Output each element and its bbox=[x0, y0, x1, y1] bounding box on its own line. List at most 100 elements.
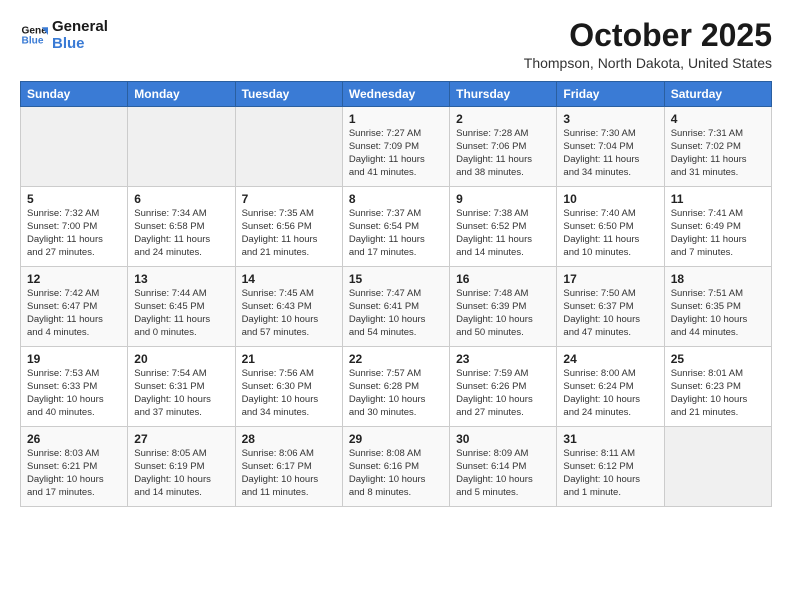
day-info: Sunrise: 7:28 AM Sunset: 7:06 PM Dayligh… bbox=[456, 128, 550, 179]
day-number: 17 bbox=[563, 272, 657, 286]
calendar-cell: 18 Sunrise: 7:51 AM Sunset: 6:35 PM Dayl… bbox=[664, 267, 771, 347]
day-info: Sunrise: 7:30 AM Sunset: 7:04 PM Dayligh… bbox=[563, 128, 657, 179]
calendar-cell: 20 Sunrise: 7:54 AM Sunset: 6:31 PM Dayl… bbox=[128, 347, 235, 427]
calendar-cell: 30 Sunrise: 8:09 AM Sunset: 6:14 PM Dayl… bbox=[450, 427, 557, 507]
calendar-cell: 23 Sunrise: 7:59 AM Sunset: 6:26 PM Dayl… bbox=[450, 347, 557, 427]
calendar-week-2: 5 Sunrise: 7:32 AM Sunset: 7:00 PM Dayli… bbox=[21, 187, 772, 267]
day-info: Sunrise: 7:59 AM Sunset: 6:26 PM Dayligh… bbox=[456, 368, 550, 419]
location: Thompson, North Dakota, United States bbox=[524, 55, 772, 71]
calendar-cell: 29 Sunrise: 8:08 AM Sunset: 6:16 PM Dayl… bbox=[342, 427, 449, 507]
day-info: Sunrise: 7:35 AM Sunset: 6:56 PM Dayligh… bbox=[242, 208, 336, 259]
calendar-cell: 15 Sunrise: 7:47 AM Sunset: 6:41 PM Dayl… bbox=[342, 267, 449, 347]
calendar-cell: 8 Sunrise: 7:37 AM Sunset: 6:54 PM Dayli… bbox=[342, 187, 449, 267]
day-number: 30 bbox=[456, 432, 550, 446]
weekday-header-friday: Friday bbox=[557, 82, 664, 107]
calendar-cell: 24 Sunrise: 8:00 AM Sunset: 6:24 PM Dayl… bbox=[557, 347, 664, 427]
day-info: Sunrise: 8:06 AM Sunset: 6:17 PM Dayligh… bbox=[242, 448, 336, 499]
day-info: Sunrise: 7:47 AM Sunset: 6:41 PM Dayligh… bbox=[349, 288, 443, 339]
calendar-cell: 22 Sunrise: 7:57 AM Sunset: 6:28 PM Dayl… bbox=[342, 347, 449, 427]
day-info: Sunrise: 7:27 AM Sunset: 7:09 PM Dayligh… bbox=[349, 128, 443, 179]
calendar-cell: 13 Sunrise: 7:44 AM Sunset: 6:45 PM Dayl… bbox=[128, 267, 235, 347]
day-info: Sunrise: 7:44 AM Sunset: 6:45 PM Dayligh… bbox=[134, 288, 228, 339]
calendar-week-1: 1 Sunrise: 7:27 AM Sunset: 7:09 PM Dayli… bbox=[21, 107, 772, 187]
day-info: Sunrise: 8:05 AM Sunset: 6:19 PM Dayligh… bbox=[134, 448, 228, 499]
day-number: 28 bbox=[242, 432, 336, 446]
calendar-body: 1 Sunrise: 7:27 AM Sunset: 7:09 PM Dayli… bbox=[21, 107, 772, 507]
calendar-cell: 6 Sunrise: 7:34 AM Sunset: 6:58 PM Dayli… bbox=[128, 187, 235, 267]
day-info: Sunrise: 7:40 AM Sunset: 6:50 PM Dayligh… bbox=[563, 208, 657, 259]
day-number: 5 bbox=[27, 192, 121, 206]
day-info: Sunrise: 7:57 AM Sunset: 6:28 PM Dayligh… bbox=[349, 368, 443, 419]
day-info: Sunrise: 7:50 AM Sunset: 6:37 PM Dayligh… bbox=[563, 288, 657, 339]
day-number: 2 bbox=[456, 112, 550, 126]
day-info: Sunrise: 8:08 AM Sunset: 6:16 PM Dayligh… bbox=[349, 448, 443, 499]
calendar-cell bbox=[21, 107, 128, 187]
calendar-cell: 11 Sunrise: 7:41 AM Sunset: 6:49 PM Dayl… bbox=[664, 187, 771, 267]
calendar-table: SundayMondayTuesdayWednesdayThursdayFrid… bbox=[20, 81, 772, 507]
day-info: Sunrise: 7:38 AM Sunset: 6:52 PM Dayligh… bbox=[456, 208, 550, 259]
day-number: 19 bbox=[27, 352, 121, 366]
day-info: Sunrise: 7:51 AM Sunset: 6:35 PM Dayligh… bbox=[671, 288, 765, 339]
weekday-header-wednesday: Wednesday bbox=[342, 82, 449, 107]
day-number: 11 bbox=[671, 192, 765, 206]
day-number: 18 bbox=[671, 272, 765, 286]
day-number: 10 bbox=[563, 192, 657, 206]
day-number: 21 bbox=[242, 352, 336, 366]
weekday-header-saturday: Saturday bbox=[664, 82, 771, 107]
day-number: 24 bbox=[563, 352, 657, 366]
calendar-cell: 3 Sunrise: 7:30 AM Sunset: 7:04 PM Dayli… bbox=[557, 107, 664, 187]
calendar-cell: 31 Sunrise: 8:11 AM Sunset: 6:12 PM Dayl… bbox=[557, 427, 664, 507]
day-number: 16 bbox=[456, 272, 550, 286]
calendar-cell: 12 Sunrise: 7:42 AM Sunset: 6:47 PM Dayl… bbox=[21, 267, 128, 347]
calendar-week-5: 26 Sunrise: 8:03 AM Sunset: 6:21 PM Dayl… bbox=[21, 427, 772, 507]
day-info: Sunrise: 7:42 AM Sunset: 6:47 PM Dayligh… bbox=[27, 288, 121, 339]
day-number: 23 bbox=[456, 352, 550, 366]
day-number: 4 bbox=[671, 112, 765, 126]
calendar-cell: 10 Sunrise: 7:40 AM Sunset: 6:50 PM Dayl… bbox=[557, 187, 664, 267]
calendar-cell: 9 Sunrise: 7:38 AM Sunset: 6:52 PM Dayli… bbox=[450, 187, 557, 267]
day-number: 14 bbox=[242, 272, 336, 286]
calendar-header: SundayMondayTuesdayWednesdayThursdayFrid… bbox=[21, 82, 772, 107]
calendar-cell: 7 Sunrise: 7:35 AM Sunset: 6:56 PM Dayli… bbox=[235, 187, 342, 267]
calendar-cell: 27 Sunrise: 8:05 AM Sunset: 6:19 PM Dayl… bbox=[128, 427, 235, 507]
calendar-week-3: 12 Sunrise: 7:42 AM Sunset: 6:47 PM Dayl… bbox=[21, 267, 772, 347]
day-number: 8 bbox=[349, 192, 443, 206]
day-info: Sunrise: 7:37 AM Sunset: 6:54 PM Dayligh… bbox=[349, 208, 443, 259]
calendar-cell: 4 Sunrise: 7:31 AM Sunset: 7:02 PM Dayli… bbox=[664, 107, 771, 187]
day-number: 15 bbox=[349, 272, 443, 286]
day-info: Sunrise: 7:53 AM Sunset: 6:33 PM Dayligh… bbox=[27, 368, 121, 419]
day-info: Sunrise: 8:09 AM Sunset: 6:14 PM Dayligh… bbox=[456, 448, 550, 499]
day-number: 7 bbox=[242, 192, 336, 206]
day-info: Sunrise: 8:00 AM Sunset: 6:24 PM Dayligh… bbox=[563, 368, 657, 419]
day-number: 9 bbox=[456, 192, 550, 206]
calendar-cell: 14 Sunrise: 7:45 AM Sunset: 6:43 PM Dayl… bbox=[235, 267, 342, 347]
day-number: 26 bbox=[27, 432, 121, 446]
day-number: 31 bbox=[563, 432, 657, 446]
logo-general: General bbox=[52, 18, 108, 35]
calendar-cell bbox=[235, 107, 342, 187]
weekday-row: SundayMondayTuesdayWednesdayThursdayFrid… bbox=[21, 82, 772, 107]
title-block: October 2025 Thompson, North Dakota, Uni… bbox=[524, 18, 772, 71]
day-info: Sunrise: 7:54 AM Sunset: 6:31 PM Dayligh… bbox=[134, 368, 228, 419]
day-number: 27 bbox=[134, 432, 228, 446]
calendar-cell: 1 Sunrise: 7:27 AM Sunset: 7:09 PM Dayli… bbox=[342, 107, 449, 187]
calendar-cell: 21 Sunrise: 7:56 AM Sunset: 6:30 PM Dayl… bbox=[235, 347, 342, 427]
calendar-cell: 28 Sunrise: 8:06 AM Sunset: 6:17 PM Dayl… bbox=[235, 427, 342, 507]
day-info: Sunrise: 7:31 AM Sunset: 7:02 PM Dayligh… bbox=[671, 128, 765, 179]
calendar-cell bbox=[664, 427, 771, 507]
calendar-cell: 19 Sunrise: 7:53 AM Sunset: 6:33 PM Dayl… bbox=[21, 347, 128, 427]
day-number: 22 bbox=[349, 352, 443, 366]
day-info: Sunrise: 7:41 AM Sunset: 6:49 PM Dayligh… bbox=[671, 208, 765, 259]
logo-blue: Blue bbox=[52, 35, 108, 52]
day-number: 12 bbox=[27, 272, 121, 286]
day-number: 1 bbox=[349, 112, 443, 126]
day-info: Sunrise: 7:34 AM Sunset: 6:58 PM Dayligh… bbox=[134, 208, 228, 259]
calendar-cell: 17 Sunrise: 7:50 AM Sunset: 6:37 PM Dayl… bbox=[557, 267, 664, 347]
logo: General Blue General Blue bbox=[20, 18, 108, 53]
day-info: Sunrise: 7:32 AM Sunset: 7:00 PM Dayligh… bbox=[27, 208, 121, 259]
weekday-header-thursday: Thursday bbox=[450, 82, 557, 107]
day-number: 3 bbox=[563, 112, 657, 126]
header: General Blue General Blue October 2025 T… bbox=[20, 18, 772, 71]
day-info: Sunrise: 8:03 AM Sunset: 6:21 PM Dayligh… bbox=[27, 448, 121, 499]
calendar-week-4: 19 Sunrise: 7:53 AM Sunset: 6:33 PM Dayl… bbox=[21, 347, 772, 427]
